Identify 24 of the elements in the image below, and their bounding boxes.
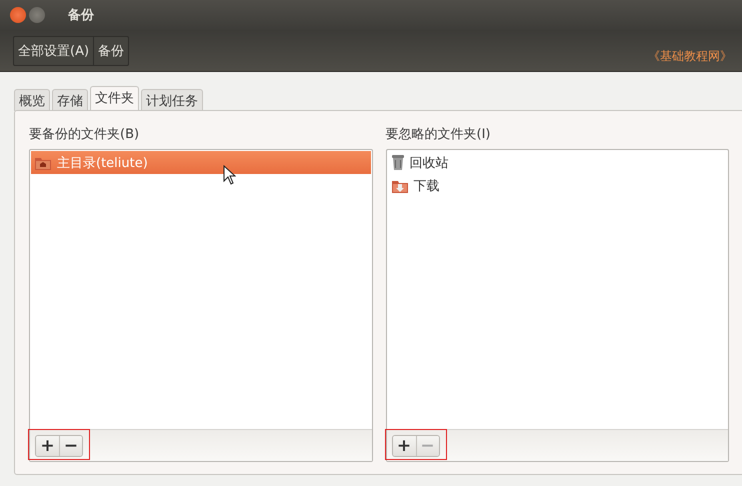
remove-button[interactable]: − [59, 436, 82, 456]
folder-label: 下载 [414, 178, 440, 194]
tab[interactable]: 存储 [52, 89, 88, 111]
mouse-cursor-icon [223, 165, 236, 185]
site-link[interactable]: 《基础教程网》 [648, 48, 732, 65]
folder-label: 回收站 [410, 154, 448, 172]
download-folder-icon [392, 178, 408, 192]
window-title: 备份 [68, 7, 94, 24]
close-button[interactable] [10, 7, 26, 23]
minimize-button[interactable] [29, 7, 45, 23]
pane-title: 要忽略的文件夹(I) [386, 126, 492, 143]
menu-item[interactable]: 全部设置(A) [14, 36, 94, 64]
folder-list-item[interactable]: 下载 [388, 174, 727, 197]
tab[interactable]: 文件夹 [90, 86, 139, 112]
tab[interactable]: 计划任务 [141, 89, 203, 111]
menu-item[interactable]: 备份 [94, 36, 128, 64]
folder-label: 主目录(teliute) [57, 154, 148, 172]
pane-title: 要备份的文件夹(B) [29, 126, 140, 143]
add-button[interactable]: + [36, 436, 59, 456]
home-folder-icon [35, 156, 51, 170]
tab[interactable]: 概览 [14, 89, 50, 111]
folder-list-item[interactable]: 回收站 [388, 151, 727, 174]
add-button[interactable]: + [392, 436, 416, 456]
trash-icon [392, 155, 404, 170]
